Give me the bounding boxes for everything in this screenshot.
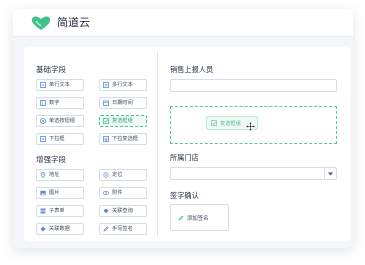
field-multi-line-text[interactable]: 多行文本 bbox=[99, 79, 147, 91]
designer-panel: 基础字段 单行文本 多行文本 1 数字 日期时间 单选按钮组 复选框组 下拉框 bbox=[24, 47, 350, 241]
image-icon bbox=[40, 190, 46, 196]
radio-icon bbox=[40, 118, 46, 124]
ghost-label: 复选框组 bbox=[220, 120, 241, 127]
signature-label: 签字确认 bbox=[170, 191, 199, 200]
field-label: 手写签名 bbox=[112, 226, 133, 232]
store-label: 所属门店 bbox=[170, 153, 199, 162]
add-signature-label: 添加签名 bbox=[187, 215, 209, 222]
single-line-text-icon bbox=[40, 82, 46, 88]
number-icon: 1 bbox=[40, 100, 46, 106]
field-label: 多行文本 bbox=[112, 82, 133, 88]
field-checkbox-group[interactable]: 复选框组 bbox=[99, 115, 147, 127]
checkbox-icon bbox=[211, 120, 217, 126]
field-link-data[interactable]: 关联数据 bbox=[36, 223, 84, 235]
field-label: 附件 bbox=[112, 190, 123, 196]
field-label: 关联数据 bbox=[49, 226, 70, 232]
field-label: 下拉框 bbox=[49, 136, 65, 142]
sales-reporter-input[interactable] bbox=[170, 79, 337, 92]
enhanced-fields-title: 增强字段 bbox=[36, 155, 66, 164]
app-title: 简道云 bbox=[57, 16, 90, 29]
subform-icon bbox=[40, 208, 46, 214]
drop-zone[interactable]: 复选框组 bbox=[170, 106, 337, 144]
target-icon bbox=[103, 172, 109, 178]
app-logo-icon bbox=[31, 16, 51, 30]
field-subform[interactable]: 子表单 bbox=[36, 205, 84, 217]
link-data-icon bbox=[40, 226, 46, 232]
link-search-icon bbox=[103, 208, 109, 214]
field-label: 复选框组 bbox=[112, 118, 133, 124]
pen-icon bbox=[103, 226, 109, 232]
field-label: 子表单 bbox=[49, 208, 65, 214]
field-label: 单行文本 bbox=[49, 82, 70, 88]
field-dropdown[interactable]: 下拉框 bbox=[36, 133, 84, 145]
location-pin-icon bbox=[40, 172, 46, 178]
field-label: 数字 bbox=[49, 100, 60, 106]
basic-fields-title: 基础字段 bbox=[36, 65, 66, 74]
calendar-icon bbox=[103, 100, 109, 106]
caret-down-icon bbox=[328, 172, 333, 175]
svg-text:1: 1 bbox=[41, 101, 44, 106]
pen-icon bbox=[178, 215, 184, 221]
form-designer-window: 简道云 基础字段 单行文本 多行文本 1 数字 日期时间 单选按钮组 复选框组 bbox=[13, 9, 353, 248]
field-radio-group[interactable]: 单选按钮组 bbox=[36, 115, 84, 127]
field-link-search[interactable]: 关联查询 bbox=[99, 205, 147, 217]
store-select[interactable] bbox=[170, 167, 337, 180]
field-label: 关联查询 bbox=[112, 208, 133, 214]
field-signature[interactable]: 手写签名 bbox=[99, 223, 147, 235]
field-label: 日期时间 bbox=[112, 100, 133, 106]
field-label: 地址 bbox=[49, 172, 60, 178]
checkbox-icon bbox=[103, 118, 109, 124]
dropdown-multi-icon bbox=[103, 136, 109, 142]
sales-reporter-label: 销售上报人员 bbox=[170, 65, 214, 74]
field-label: 图片 bbox=[49, 190, 60, 196]
field-label: 单选按钮组 bbox=[49, 118, 75, 124]
field-datetime[interactable]: 日期时间 bbox=[99, 97, 147, 109]
paperclip-icon bbox=[103, 191, 109, 195]
move-cursor-icon bbox=[246, 122, 255, 131]
title-bar: 简道云 bbox=[13, 9, 353, 37]
field-dropdown-multi[interactable]: 下拉复选框 bbox=[99, 133, 147, 145]
panel-divider bbox=[157, 51, 158, 237]
add-signature-button[interactable]: 添加签名 bbox=[170, 204, 229, 231]
field-single-line-text[interactable]: 单行文本 bbox=[36, 79, 84, 91]
field-label: 定位 bbox=[112, 172, 123, 178]
field-label: 下拉复选框 bbox=[112, 136, 138, 142]
field-location[interactable]: 定位 bbox=[99, 169, 147, 181]
field-image[interactable]: 图片 bbox=[36, 187, 84, 199]
select-dropdown-button[interactable] bbox=[324, 168, 336, 179]
field-attachment[interactable]: 附件 bbox=[99, 187, 147, 199]
dropdown-icon bbox=[40, 136, 46, 142]
multi-line-text-icon bbox=[103, 82, 109, 88]
field-address[interactable]: 地址 bbox=[36, 169, 84, 181]
field-number[interactable]: 1 数字 bbox=[36, 97, 84, 109]
